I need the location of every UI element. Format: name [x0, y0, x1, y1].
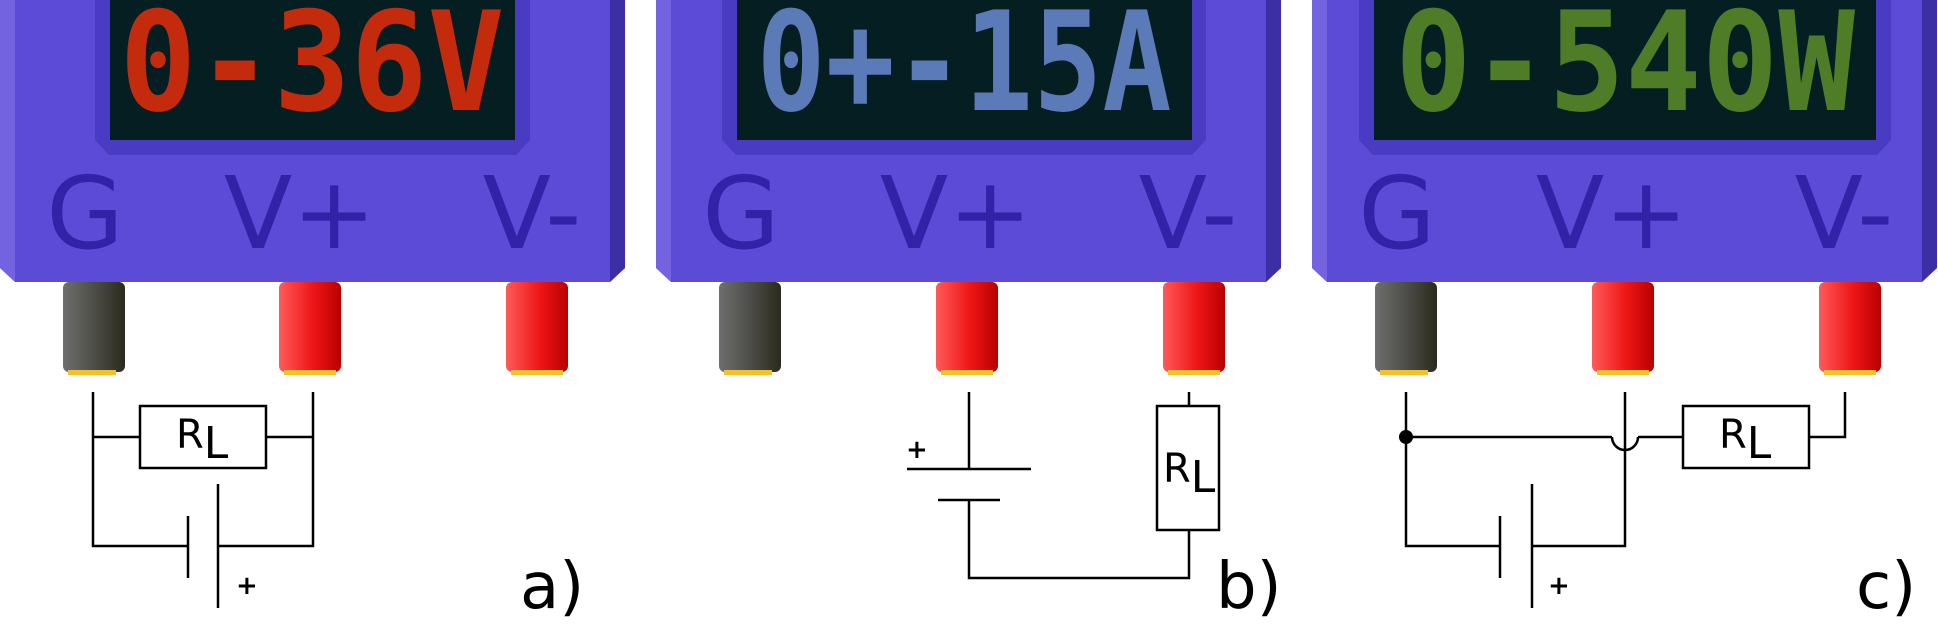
probe-vplus[interactable]	[1592, 282, 1654, 375]
panel-caption: a)	[520, 550, 584, 624]
probe-vminus[interactable]	[1819, 282, 1881, 375]
display-readout: 0-36V	[120, 0, 505, 143]
battery-plus-sign: +	[236, 571, 258, 601]
display-readout: 0-540W	[1395, 0, 1856, 143]
terminal-label-vplus: V+	[224, 155, 376, 272]
probe-vplus[interactable]	[936, 282, 998, 375]
probe-ground[interactable]	[1375, 282, 1437, 375]
measurement-diagram: 0-36V G V+ V- RL + a) 0+-15A G V+ V- RL …	[0, 0, 1937, 624]
terminal-label-vplus: V+	[880, 155, 1032, 272]
terminal-label-vminus: V-	[483, 155, 582, 272]
terminal-label-g: G	[46, 155, 124, 272]
resistor-label: RL	[1719, 412, 1772, 469]
display-readout: 0+-15A	[757, 0, 1172, 143]
panel-a: 0-36V G V+ V- RL + a)	[0, 0, 625, 624]
meter-body: 0+-15A G V+ V-	[656, 0, 1281, 282]
panel-caption: b)	[1216, 550, 1282, 624]
meter-body: 0-36V G V+ V-	[0, 0, 625, 282]
probe-vminus[interactable]	[1163, 282, 1225, 375]
terminal-label-g: G	[702, 155, 780, 272]
probe-vminus[interactable]	[506, 282, 568, 375]
panel-c: 0-540W G V+ V- RL + c)	[1312, 0, 1937, 624]
terminal-label-vplus: V+	[1536, 155, 1688, 272]
resistor-label: RL	[176, 412, 229, 469]
terminal-label-vminus: V-	[1139, 155, 1238, 272]
resistor-label: RL	[1163, 446, 1216, 503]
meter-body: 0-540W G V+ V-	[1312, 0, 1937, 282]
probe-vplus[interactable]	[279, 282, 341, 375]
junction-dot	[1399, 430, 1413, 444]
battery-plus-sign: +	[1548, 571, 1570, 601]
probe-ground[interactable]	[63, 282, 125, 375]
panel-b: 0+-15A G V+ V- RL + b)	[656, 0, 1282, 624]
probe-ground[interactable]	[719, 282, 781, 375]
circuit-c	[1404, 392, 1847, 608]
terminal-label-vminus: V-	[1795, 155, 1894, 272]
panel-caption: c)	[1856, 550, 1916, 624]
terminal-label-g: G	[1358, 155, 1436, 272]
battery-plus-sign: +	[906, 435, 928, 465]
